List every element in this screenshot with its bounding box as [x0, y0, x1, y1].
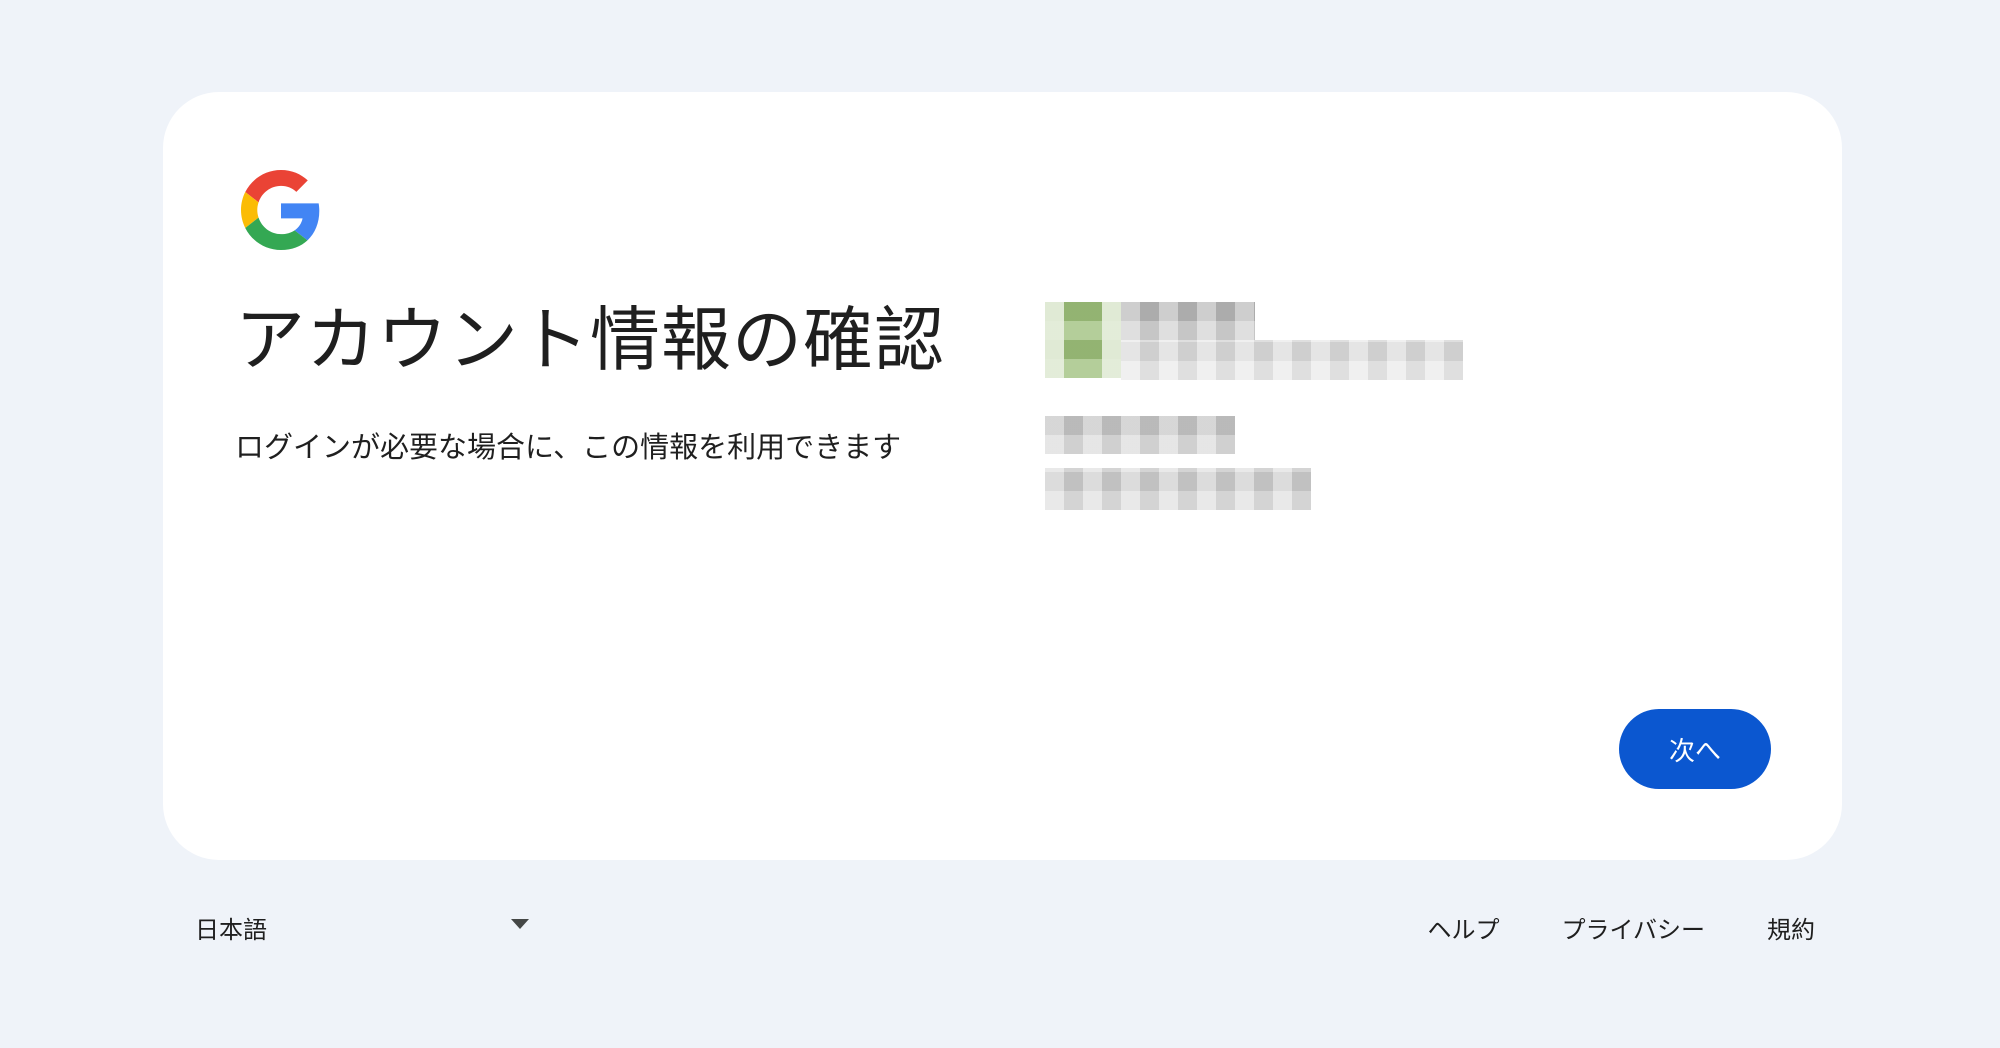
avatar — [1045, 302, 1121, 378]
account-detail-redacted — [1045, 468, 1311, 510]
footer: 日本語 ヘルプ プライバシー 規約 — [195, 905, 1815, 945]
account-info-card: アカウント情報の確認 ログインが必要な場合に、この情報を利用できます 次へ — [163, 92, 1842, 860]
language-selector[interactable]: 日本語 — [195, 905, 535, 945]
language-label: 日本語 — [195, 916, 267, 944]
privacy-link[interactable]: プライバシー — [1561, 910, 1705, 945]
account-name-redacted — [1121, 302, 1255, 340]
help-link[interactable]: ヘルプ — [1427, 910, 1499, 945]
terms-link[interactable]: 規約 — [1767, 910, 1815, 945]
google-logo-icon — [241, 170, 320, 250]
account-detail-redacted — [1045, 416, 1235, 454]
next-button[interactable]: 次へ — [1619, 709, 1771, 789]
account-email-redacted — [1121, 340, 1463, 380]
page-subtitle: ログインが必要な場合に、この情報を利用できます — [235, 430, 902, 464]
footer-links: ヘルプ プライバシー 規約 — [1427, 910, 1815, 945]
caret-down-icon — [511, 919, 529, 929]
page-title: アカウント情報の確認 — [235, 299, 945, 381]
